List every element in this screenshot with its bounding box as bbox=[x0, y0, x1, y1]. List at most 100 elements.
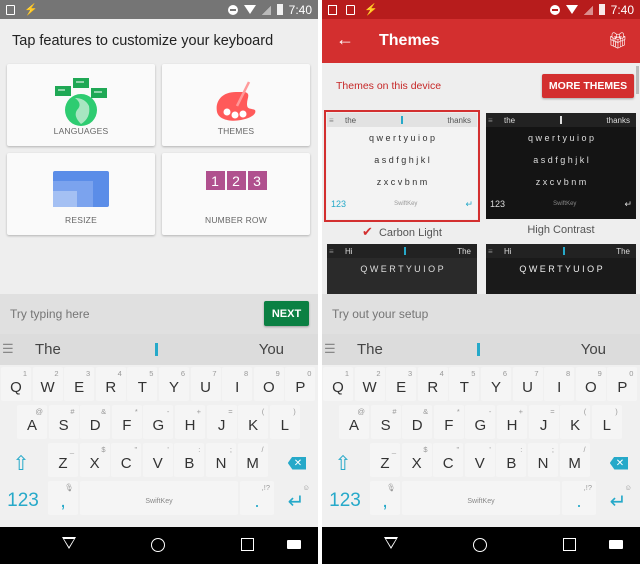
back-nav-icon[interactable] bbox=[62, 537, 76, 549]
enter-key[interactable]: ☺ ↵ bbox=[278, 481, 314, 515]
key-w[interactable]: 2W bbox=[32, 367, 63, 401]
key-t[interactable]: 5T bbox=[449, 367, 480, 401]
key-u[interactable]: 7U bbox=[190, 367, 221, 401]
key-r[interactable]: 4R bbox=[417, 367, 448, 401]
try-setup-bar bbox=[322, 294, 640, 334]
space-key[interactable]: SwiftKey bbox=[402, 481, 560, 515]
feature-card-number-row[interactable]: 1 2 3 NUMBER ROW bbox=[162, 153, 310, 235]
gift-icon[interactable]: 🎁︎ bbox=[608, 31, 628, 51]
scrollbar[interactable] bbox=[636, 66, 639, 94]
key-c[interactable]: " C bbox=[433, 443, 464, 477]
key-i[interactable]: 8I bbox=[544, 367, 575, 401]
try-setup-input[interactable] bbox=[332, 307, 532, 321]
prediction-right[interactable]: You bbox=[581, 341, 606, 358]
key-f[interactable]: * F bbox=[433, 405, 464, 439]
key-l[interactable]: ) L bbox=[591, 405, 622, 439]
key-n[interactable]: ; N bbox=[206, 443, 236, 477]
key-f[interactable]: * F bbox=[111, 405, 142, 439]
key-q[interactable]: 1Q bbox=[323, 367, 353, 401]
key-j[interactable]: = J bbox=[528, 405, 559, 439]
comma-key[interactable]: 🎙︎, bbox=[48, 481, 78, 515]
key-k[interactable]: (K bbox=[238, 405, 269, 439]
home-nav-icon[interactable] bbox=[473, 538, 487, 552]
menu-icon[interactable]: ☰ bbox=[2, 341, 14, 357]
backspace-key[interactable]: ✕ bbox=[280, 443, 314, 477]
key-t[interactable]: 5T bbox=[127, 367, 158, 401]
key-x[interactable]: $ X bbox=[401, 443, 432, 477]
key-a[interactable]: @ A bbox=[17, 405, 47, 439]
key-j[interactable]: = J bbox=[206, 405, 237, 439]
key-o[interactable]: 9O bbox=[253, 367, 284, 401]
key-e[interactable]: 3E bbox=[386, 367, 417, 401]
key-y[interactable]: 6Y bbox=[481, 367, 511, 401]
menu-icon[interactable]: ☰ bbox=[324, 341, 336, 357]
key-d[interactable]: & D bbox=[402, 405, 433, 439]
theme-thumbnail-carbon-light[interactable]: ≡ the thanks q w e r t y u i o p a s d f g… bbox=[324, 110, 480, 222]
prediction-left[interactable]: The bbox=[357, 341, 383, 358]
key-s[interactable]: # S bbox=[370, 405, 401, 439]
key-b[interactable]: :B bbox=[496, 443, 527, 477]
feature-card-resize[interactable]: RESIZE bbox=[7, 153, 155, 235]
try-typing-input[interactable] bbox=[10, 307, 210, 321]
key-q[interactable]: 1Q bbox=[1, 367, 31, 401]
shift-key[interactable]: ⇧ bbox=[326, 443, 360, 477]
key-v[interactable]: ' V bbox=[464, 443, 495, 477]
key-r[interactable]: 4R bbox=[95, 367, 126, 401]
key-g[interactable]: -G bbox=[143, 405, 174, 439]
keyboard-switch-icon[interactable] bbox=[287, 540, 301, 549]
key-b[interactable]: :B bbox=[174, 443, 205, 477]
period-key[interactable]: ,!?. bbox=[562, 481, 596, 515]
theme-thumbnail-high-contrast[interactable]: ≡ the thanks q w e r t y u i o p a s d f g… bbox=[486, 113, 636, 219]
next-button[interactable]: NEXT bbox=[264, 301, 309, 326]
recents-nav-icon[interactable] bbox=[241, 538, 254, 551]
space-key[interactable]: SwiftKey bbox=[80, 481, 238, 515]
key-n[interactable]: ; N bbox=[528, 443, 558, 477]
shift-key[interactable]: ⇧ bbox=[4, 443, 38, 477]
swiftkey-logo: SwiftKey bbox=[145, 497, 173, 505]
feature-card-themes[interactable]: THEMES bbox=[162, 64, 310, 146]
key-m[interactable]: / M bbox=[559, 443, 590, 477]
comma-key[interactable]: 🎙︎, bbox=[370, 481, 400, 515]
more-themes-button[interactable]: MORE THEMES bbox=[542, 74, 634, 98]
home-nav-icon[interactable] bbox=[151, 538, 165, 552]
key-k[interactable]: (K bbox=[560, 405, 591, 439]
key-p[interactable]: 0P bbox=[607, 367, 638, 401]
enter-key[interactable]: ☺ ↵ bbox=[600, 481, 636, 515]
key-x[interactable]: $ X bbox=[79, 443, 110, 477]
key-s[interactable]: # S bbox=[48, 405, 79, 439]
clock: 7:40 bbox=[610, 2, 634, 17]
recents-nav-icon[interactable] bbox=[563, 538, 576, 551]
backspace-key[interactable]: ✕ bbox=[602, 443, 636, 477]
key-h[interactable]: + H bbox=[175, 405, 205, 439]
key-w[interactable]: 2W bbox=[354, 367, 385, 401]
key-o[interactable]: 9O bbox=[575, 367, 606, 401]
app-bar: ← Themes 🎁︎ bbox=[322, 19, 640, 63]
key-c[interactable]: " C bbox=[111, 443, 142, 477]
key-i[interactable]: 8I bbox=[222, 367, 253, 401]
keyboard-switch-icon[interactable] bbox=[609, 540, 623, 549]
key-m[interactable]: / M bbox=[237, 443, 268, 477]
key-y[interactable]: 6Y bbox=[159, 367, 189, 401]
key-g[interactable]: -G bbox=[465, 405, 496, 439]
key-z[interactable]: _ Z bbox=[370, 443, 400, 477]
feature-card-languages[interactable]: LANGUAGES bbox=[7, 64, 155, 146]
back-nav-icon[interactable] bbox=[384, 537, 398, 549]
numbers-key[interactable]: 123 bbox=[2, 481, 44, 515]
key-l[interactable]: ) L bbox=[269, 405, 300, 439]
key-e[interactable]: 3E bbox=[64, 367, 95, 401]
key-a[interactable]: @ A bbox=[339, 405, 369, 439]
prediction-left[interactable]: The bbox=[35, 341, 61, 358]
key-v[interactable]: ' V bbox=[142, 443, 173, 477]
key-h[interactable]: + H bbox=[497, 405, 527, 439]
key-u[interactable]: 7U bbox=[512, 367, 543, 401]
prediction-right[interactable]: You bbox=[259, 341, 284, 358]
key-d[interactable]: & D bbox=[80, 405, 111, 439]
period-key[interactable]: ,!?. bbox=[240, 481, 274, 515]
numbers-key[interactable]: 123 bbox=[324, 481, 366, 515]
theme-thumbnail-dark-keys[interactable]: ≡ Hi The Q W E R T Y U I O P bbox=[486, 244, 636, 294]
theme-thumbnail-dark[interactable]: ≡ Hi The Q W E R T Y U I O P bbox=[327, 244, 477, 294]
key-z[interactable]: _ Z bbox=[48, 443, 78, 477]
theme-name: ✔ Carbon Light bbox=[362, 224, 442, 239]
key-p[interactable]: 0P bbox=[285, 367, 316, 401]
back-arrow-icon[interactable]: ← bbox=[336, 29, 354, 50]
